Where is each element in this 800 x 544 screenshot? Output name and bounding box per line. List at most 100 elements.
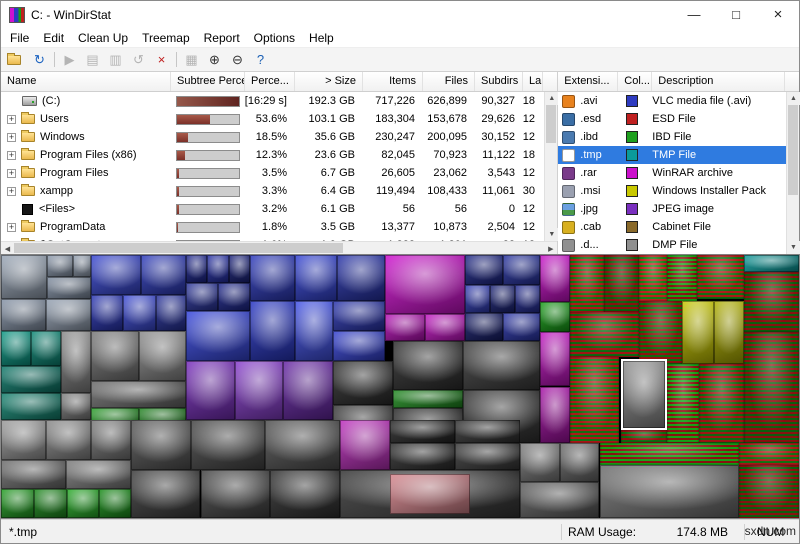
- scroll-down-icon[interactable]: ▼: [787, 241, 800, 254]
- treemap-block[interactable]: [455, 443, 520, 470]
- treemap-block[interactable]: [229, 255, 250, 283]
- treemap-block[interactable]: [67, 489, 99, 518]
- expander-icon[interactable]: +: [7, 223, 16, 232]
- tree-column-header[interactable]: Perce...: [245, 72, 295, 91]
- treemap-block[interactable]: [425, 314, 465, 341]
- treemap-block[interactable]: [191, 420, 266, 469]
- treemap-block[interactable]: [600, 465, 740, 518]
- treemap-block[interactable]: [283, 361, 333, 420]
- extension-column-header[interactable]: Description: [652, 72, 785, 91]
- treemap-block[interactable]: [697, 255, 744, 299]
- treemap-block[interactable]: [503, 255, 540, 285]
- treemap-block[interactable]: [201, 470, 271, 518]
- treemap-block[interactable]: [156, 295, 186, 332]
- tree-row-users[interactable]: +Users53.6%103.1 GB183,304153,67829,6261…: [1, 110, 557, 128]
- ext-vscroll-track[interactable]: [787, 105, 799, 241]
- treemap-block[interactable]: [91, 331, 139, 380]
- tree-row-windows[interactable]: +Windows18.5%35.6 GB230,247200,09530,152…: [1, 128, 557, 146]
- treemap-block[interactable]: [390, 443, 455, 470]
- treemap-block[interactable]: [540, 255, 570, 302]
- treemap-block[interactable]: [520, 443, 560, 483]
- treemap-block[interactable]: [270, 470, 340, 518]
- extension-row-esd[interactable]: .esdESD File: [558, 110, 799, 128]
- treemap-block[interactable]: [393, 341, 463, 390]
- treemap-block[interactable]: [61, 331, 91, 393]
- scroll-up-icon[interactable]: ▲: [787, 92, 800, 105]
- menu-edit[interactable]: Edit: [36, 29, 71, 47]
- treemap-block[interactable]: [235, 361, 283, 420]
- treemap-block[interactable]: [250, 255, 295, 301]
- treemap-block[interactable]: [31, 331, 61, 366]
- close-button[interactable]: ×: [757, 1, 799, 28]
- treemap-block[interactable]: [186, 283, 219, 312]
- maximize-button[interactable]: □: [715, 1, 757, 28]
- treemap-block[interactable]: [385, 314, 425, 341]
- treemap-block[interactable]: [465, 313, 503, 341]
- extension-row-rar[interactable]: .rarWinRAR archive: [558, 164, 799, 182]
- treemap-block[interactable]: [639, 301, 682, 363]
- treemap-block[interactable]: [465, 285, 490, 314]
- tree-row-programfilesx86[interactable]: +Program Files (x86)12.3%23.6 GB82,04570…: [1, 146, 557, 164]
- treemap-block[interactable]: [47, 255, 73, 277]
- expander-icon[interactable]: +: [7, 151, 16, 160]
- treemap-block[interactable]: [46, 420, 91, 460]
- treemap-block[interactable]: [1, 255, 47, 299]
- treemap-block[interactable]: [123, 295, 156, 332]
- tree-column-header[interactable]: Subdirs: [475, 72, 523, 91]
- treemap-block[interactable]: [667, 364, 699, 443]
- treemap-block[interactable]: [540, 302, 570, 332]
- refresh-all-icon[interactable]: ↻: [28, 49, 51, 71]
- treemap-block[interactable]: [34, 489, 67, 518]
- treemap-block[interactable]: [99, 489, 131, 518]
- menu-options[interactable]: Options: [247, 29, 302, 47]
- treemap-block[interactable]: [604, 255, 639, 312]
- treemap-block[interactable]: [61, 393, 91, 420]
- open-icon[interactable]: [5, 49, 28, 71]
- expander-icon[interactable]: +: [7, 133, 16, 142]
- tree-column-header[interactable]: Files: [423, 72, 475, 91]
- treemap-block[interactable]: [47, 277, 91, 299]
- copy-icon[interactable]: ▤: [81, 49, 104, 71]
- tree-column-header[interactable]: La...: [523, 72, 543, 91]
- delete-icon[interactable]: ×: [150, 49, 173, 71]
- treemap-block[interactable]: [333, 361, 393, 405]
- treemap-block[interactable]: [570, 312, 640, 356]
- treemap-block[interactable]: [218, 283, 250, 312]
- clean-up-icon[interactable]: ▥: [104, 49, 127, 71]
- tree-row-programdata[interactable]: +ProgramData1.8%3.5 GB13,37710,8732,5041…: [1, 218, 557, 236]
- extension-column-header[interactable]: Col...: [618, 72, 652, 91]
- treemap-block[interactable]: [393, 390, 463, 408]
- extension-vertical-scrollbar[interactable]: ▲ ▼: [786, 92, 799, 254]
- extension-row-jpg[interactable]: .jpgJPEG image: [558, 200, 799, 218]
- treemap-block[interactable]: [739, 443, 799, 465]
- treemap-block[interactable]: [465, 255, 503, 285]
- report-icon[interactable]: ▦: [180, 49, 203, 71]
- tree-column-header[interactable]: Name: [1, 72, 171, 91]
- tree-horizontal-scrollbar[interactable]: ◀ ▶: [1, 241, 557, 254]
- treemap-block[interactable]: [186, 311, 251, 360]
- tree-vscroll-thumb[interactable]: [546, 105, 556, 143]
- treemap-block[interactable]: [1, 489, 34, 518]
- extension-row-avi[interactable]: .aviVLC media file (.avi): [558, 92, 799, 110]
- extension-column-header[interactable]: Extensi...: [558, 72, 618, 91]
- treemap-block[interactable]: [333, 331, 385, 361]
- treemap-block[interactable]: [1, 331, 31, 366]
- refresh-selected-icon[interactable]: ↺: [127, 49, 150, 71]
- treemap-block[interactable]: [295, 255, 337, 301]
- treemap-block[interactable]: [207, 255, 229, 283]
- expander-icon[interactable]: +: [7, 115, 16, 124]
- extension-row-tmp[interactable]: .tmpTMP File: [558, 146, 799, 164]
- tree-column-header[interactable]: Subtree Percent...: [171, 72, 245, 91]
- treemap-block[interactable]: [46, 299, 91, 332]
- treemap-block[interactable]: [570, 255, 605, 312]
- menu-report[interactable]: Report: [197, 29, 247, 47]
- tree-column-header[interactable]: > Size: [295, 72, 363, 91]
- treemap-block[interactable]: [503, 313, 540, 341]
- scroll-down-icon[interactable]: ▼: [545, 228, 558, 241]
- help-icon[interactable]: ?: [249, 49, 272, 71]
- treemap-block[interactable]: [639, 255, 667, 301]
- treemap-block[interactable]: [1, 393, 61, 420]
- treemap-block[interactable]: [385, 255, 465, 314]
- treemap-block[interactable]: [1, 420, 46, 460]
- tree-row-c[interactable]: (C:)[16:29 s]192.3 GB717,226626,89990,32…: [1, 92, 557, 110]
